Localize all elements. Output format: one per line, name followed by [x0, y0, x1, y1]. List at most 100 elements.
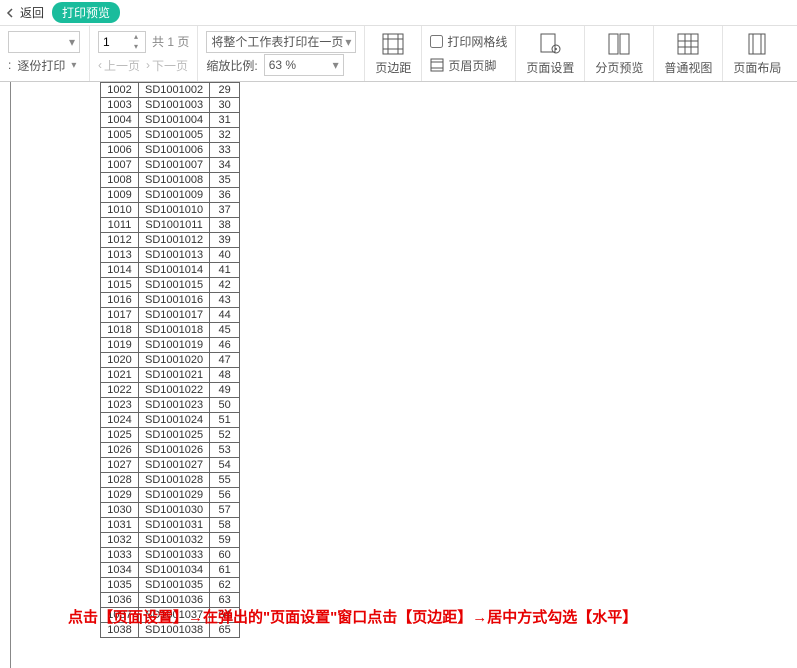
table-cell: 1016: [101, 293, 139, 308]
header-footer-button[interactable]: 页眉页脚: [430, 54, 507, 78]
table-cell: SD1001032: [139, 533, 210, 548]
fit-select[interactable]: 将整个工作表打印在一页 ▾: [206, 31, 356, 53]
table-row: 1015SD100101542: [101, 278, 240, 293]
table-cell: SD1001029: [139, 488, 210, 503]
page-setup-label: 页面设置: [526, 59, 574, 76]
table-row: 1032SD100103259: [101, 533, 240, 548]
table-row: 1007SD100100734: [101, 158, 240, 173]
spin-up-icon[interactable]: ▴: [129, 32, 143, 42]
normal-view-button[interactable]: 普通视图: [654, 26, 723, 81]
table-cell: SD1001023: [139, 398, 210, 413]
table-row: 1029SD100102956: [101, 488, 240, 503]
zoom-label: 缩放比例:: [206, 57, 257, 74]
table-cell: SD1001013: [139, 248, 210, 263]
table-cell: 1023: [101, 398, 139, 413]
prev-page-button[interactable]: ‹ 上一页: [98, 57, 140, 74]
table-cell: 49: [210, 383, 240, 398]
table-cell: SD1001004: [139, 113, 210, 128]
table-cell: 62: [210, 578, 240, 593]
table-cell: 1025: [101, 428, 139, 443]
chevron-left-icon: [6, 8, 16, 18]
total-pages-label: 共 1 页: [152, 33, 189, 50]
table-cell: SD1001026: [139, 443, 210, 458]
table-cell: 1024: [101, 413, 139, 428]
caret-down-icon[interactable]: ▾: [71, 60, 76, 71]
table-cell: SD1001018: [139, 323, 210, 338]
collate-label: 逐份打印: [17, 57, 65, 74]
normal-view-icon: [675, 31, 701, 57]
header-footer-icon: [430, 58, 444, 72]
table-cell: 1006: [101, 143, 139, 158]
page-nav-group: ▴ ▾ 共 1 页 ‹ 上一页 › 下一页: [90, 26, 198, 81]
margins-label: 页边距: [375, 59, 411, 76]
page-setup-icon: [537, 31, 563, 57]
table-cell: 1013: [101, 248, 139, 263]
table-cell: 40: [210, 248, 240, 263]
table-cell: SD1001002: [139, 83, 210, 98]
page-break-label: 分页预览: [595, 59, 643, 76]
table-cell: 1033: [101, 548, 139, 563]
zoom-select[interactable]: 63 % ▾: [264, 54, 344, 76]
table-cell: SD1001012: [139, 233, 210, 248]
table-row: 1018SD100101845: [101, 323, 240, 338]
table-row: 1003SD100100330: [101, 98, 240, 113]
preview-table: 1002SD1001002291003SD1001003301004SD1001…: [100, 82, 240, 638]
caret-down-icon: ▾: [69, 35, 75, 49]
table-cell: 41: [210, 263, 240, 278]
table-cell: SD1001011: [139, 218, 210, 233]
table-cell: 52: [210, 428, 240, 443]
table-cell: 1029: [101, 488, 139, 503]
printer-select[interactable]: ▾: [8, 31, 80, 53]
table-cell: SD1001005: [139, 128, 210, 143]
table-cell: 1011: [101, 218, 139, 233]
page-edge: [10, 82, 11, 668]
table-cell: SD1001025: [139, 428, 210, 443]
preview-area: 1002SD1001002291003SD1001003301004SD1001…: [0, 82, 797, 668]
table-cell: SD1001030: [139, 503, 210, 518]
table-cell: 1020: [101, 353, 139, 368]
table-row: 1021SD100102148: [101, 368, 240, 383]
table-cell: SD1001021: [139, 368, 210, 383]
table-cell: SD1001035: [139, 578, 210, 593]
table-row: 1030SD100103057: [101, 503, 240, 518]
table-cell: 51: [210, 413, 240, 428]
spin-down-icon[interactable]: ▾: [129, 42, 143, 52]
table-cell: 1003: [101, 98, 139, 113]
gridlines-checkbox[interactable]: [430, 35, 443, 48]
page-title-badge: 打印预览: [52, 2, 120, 23]
page-number-input[interactable]: [99, 35, 129, 49]
table-cell: 1031: [101, 518, 139, 533]
table-row: 1022SD100102249: [101, 383, 240, 398]
page-break-icon: [606, 31, 632, 57]
next-page-button[interactable]: › 下一页: [146, 57, 188, 74]
table-cell: SD1001020: [139, 353, 210, 368]
table-cell: 42: [210, 278, 240, 293]
page-setup-button[interactable]: 页面设置: [516, 26, 585, 81]
gridlines-label: 打印网格线: [447, 33, 507, 50]
page-break-preview-button[interactable]: 分页预览: [585, 26, 654, 81]
caret-down-icon: ▾: [345, 35, 351, 49]
zoom-value: 63 %: [269, 58, 296, 72]
normal-view-label: 普通视图: [664, 59, 712, 76]
table-cell: 32: [210, 128, 240, 143]
table-cell: 60: [210, 548, 240, 563]
table-cell: SD1001009: [139, 188, 210, 203]
page-number-spinner[interactable]: ▴ ▾: [98, 31, 146, 53]
table-row: 1026SD100102653: [101, 443, 240, 458]
table-row: 1028SD100102855: [101, 473, 240, 488]
margins-button[interactable]: 页边距: [365, 26, 422, 81]
table-cell: 35: [210, 173, 240, 188]
table-row: 1033SD100103360: [101, 548, 240, 563]
prev-page-label: 上一页: [104, 57, 140, 74]
table-row: 1016SD100101643: [101, 293, 240, 308]
table-cell: 1035: [101, 578, 139, 593]
table-cell: 1014: [101, 263, 139, 278]
table-cell: 1021: [101, 368, 139, 383]
page-layout-button[interactable]: 页面布局: [723, 26, 791, 81]
back-button[interactable]: 返回: [6, 4, 44, 21]
table-cell: 1004: [101, 113, 139, 128]
next-page-label: 下一页: [152, 57, 188, 74]
table-cell: 44: [210, 308, 240, 323]
table-cell: SD1001007: [139, 158, 210, 173]
back-label: 返回: [20, 4, 44, 21]
